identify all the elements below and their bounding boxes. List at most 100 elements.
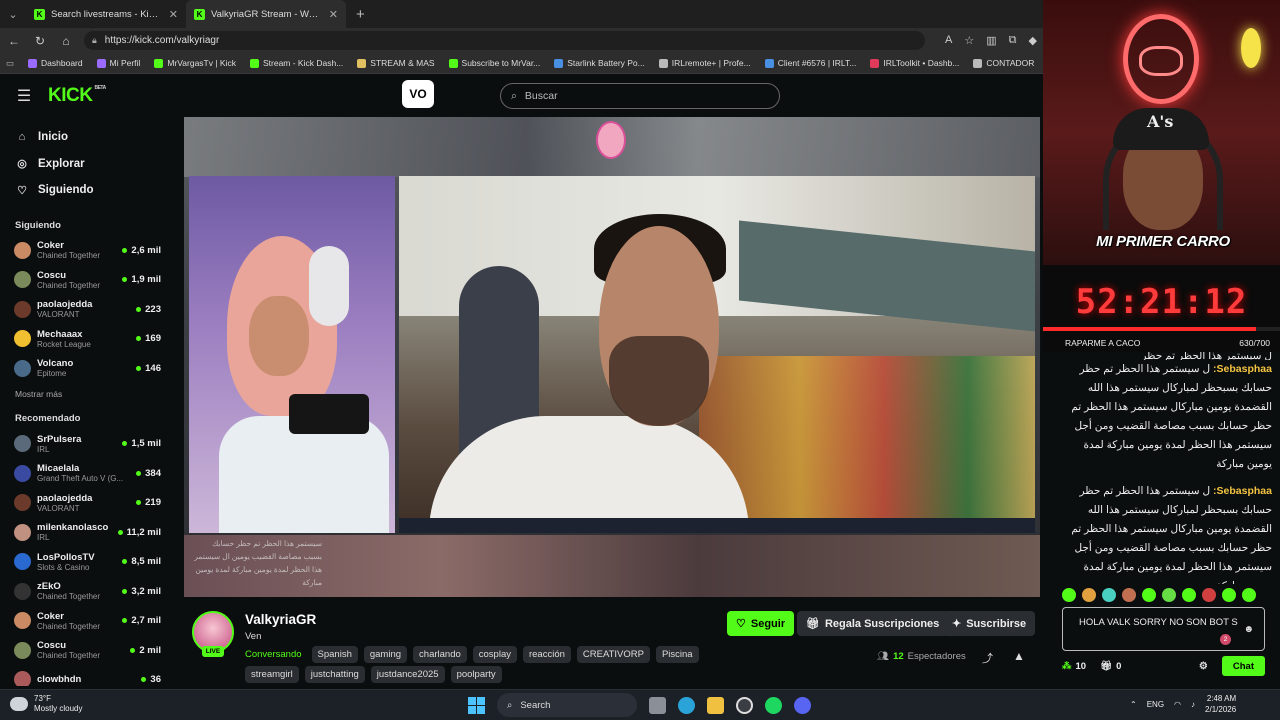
tag[interactable]: Spanish [311, 646, 358, 663]
tab-close-icon[interactable]: ✕ [329, 8, 338, 21]
back-arrow-icon[interactable]: ← [6, 34, 22, 48]
kick-logo[interactable]: KICK BETA [48, 85, 106, 107]
collections-icon[interactable]: ⧉ [1009, 34, 1017, 47]
emote-icon[interactable] [1102, 588, 1116, 602]
bookmark[interactable]: Client #6576 | IRLT... [764, 58, 856, 68]
taskbar-search[interactable]: ⌕ Search [497, 693, 637, 717]
channel-item[interactable]: milenkanolasco IRL 11,2 mil [0, 518, 176, 548]
tag[interactable]: charlando [413, 646, 467, 663]
video-player[interactable]: سيستمر هذا الحظر تم حظر حسابك بسبب مصاصة… [184, 117, 1040, 597]
channel-item[interactable]: Coscu Chained Together 1,9 mil [0, 265, 176, 295]
edge-icon[interactable] [678, 696, 695, 714]
vo-button[interactable]: VO [402, 80, 434, 108]
favorite-star-icon[interactable]: ☆ [964, 34, 974, 47]
report-flag-icon[interactable]: ▲ [1013, 649, 1025, 663]
spotify-icon[interactable] [765, 696, 782, 714]
url-field[interactable]: 🔒︎ https://kick.com/valkyriagr [84, 31, 926, 50]
show-more-link[interactable]: Mostrar más [0, 389, 176, 399]
channel-points[interactable]: ⁂ 10 [1062, 661, 1086, 672]
gift-subs-button[interactable]: 🎁︎ Regala Suscripciones [797, 611, 949, 636]
bookmark[interactable]: IRLremote+ | Profe... [658, 58, 751, 68]
home-icon[interactable]: ⌂ [58, 34, 74, 48]
emote-icon[interactable] [1182, 588, 1196, 602]
nav-siguiendo[interactable]: ♡ Siguiendo [0, 177, 176, 204]
chat-username[interactable]: Sebasphaa: [1213, 363, 1272, 375]
tag[interactable]: reacción [522, 646, 571, 663]
task-view-icon[interactable] [649, 696, 666, 714]
channel-item[interactable]: Coscu Chained Together 2 mil [0, 636, 176, 666]
channel-item[interactable]: Coker Chained Together 2,6 mil [0, 236, 176, 266]
bookmark[interactable]: Dashboard [28, 58, 83, 68]
nav-explorar[interactable]: ◎ Explorar [0, 151, 176, 178]
bookmark[interactable]: Subscribe to MrVar... [448, 58, 540, 68]
emote-icon[interactable] [1202, 588, 1216, 602]
tab-close-icon[interactable]: ✕ [169, 8, 178, 21]
tag[interactable]: CREATIVORP [576, 646, 650, 663]
chat-username[interactable]: Sebasphaa: [1213, 485, 1272, 497]
emote-icon[interactable] [1242, 588, 1256, 602]
language-indicator[interactable]: ENG [1147, 700, 1164, 709]
bookmark[interactable]: Starlink Battery Po... [554, 58, 645, 68]
emote-icon[interactable] [1082, 588, 1096, 602]
channel-item[interactable]: paolaojedda VALORANT 223 [0, 295, 176, 325]
channel-item[interactable]: clowbhdn 36 [0, 665, 176, 686]
bookmark[interactable]: CONTADOR [973, 58, 1034, 68]
file-explorer-icon[interactable] [707, 696, 724, 714]
channel-item[interactable]: Coker Chained Together 2,7 mil [0, 606, 176, 636]
obs-icon[interactable] [736, 696, 753, 714]
tab-search-livestreams[interactable]: K Search livestreams - Kick Streamin ✕ [26, 0, 186, 28]
emote-icon[interactable] [1122, 588, 1136, 602]
discord-icon[interactable] [794, 696, 811, 714]
channel-item[interactable]: LosPollosTV Slots & Casino 8,5 mil [0, 547, 176, 577]
share-icon[interactable]: ⤴ [982, 650, 993, 666]
tag[interactable]: gaming [363, 646, 408, 663]
emoji-picker-icon[interactable]: ☻ [1243, 623, 1254, 636]
channel-item[interactable]: paolaojedda VALORANT 219 [0, 488, 176, 518]
grammar-badge-icon[interactable]: 2 [1220, 634, 1231, 645]
emote-icon[interactable] [1222, 588, 1236, 602]
hamburger-menu-icon[interactable]: ☰ [0, 86, 48, 106]
subscribe-button[interactable]: ✦ Suscribirse [943, 611, 1036, 636]
bookmark[interactable]: Stream - Kick Dash... [249, 58, 343, 68]
tab-actions-icon[interactable]: ⌄ [0, 0, 26, 28]
split-screen-icon[interactable]: ▥ [986, 34, 996, 47]
chat-input[interactable]: HOLA VALK SORRY NO SON BOT S 2 ☻ [1062, 607, 1265, 651]
tag[interactable]: cosplay [472, 646, 517, 663]
emote-icon[interactable] [1142, 588, 1156, 602]
channel-item[interactable]: Micaelala Grand Theft Auto V (G... 384 [0, 459, 176, 489]
streamer-name[interactable]: ValkyriaGR [245, 612, 316, 627]
channel-item[interactable]: Mechaaax Rocket League 169 [0, 324, 176, 354]
tag[interactable]: Piscina [655, 646, 699, 663]
gift-counter[interactable]: 🎁︎ 0 [1100, 661, 1121, 672]
channel-item[interactable]: SrPulsera IRL 1,5 mil [0, 429, 176, 459]
tag[interactable]: justdance2025 [370, 666, 445, 683]
follow-button[interactable]: ♡ Seguir [727, 611, 795, 636]
bookmark[interactable]: MrVargasTv | Kick [154, 58, 236, 68]
read-aloud-icon[interactable]: A [945, 34, 952, 47]
refresh-icon[interactable]: ↻ [32, 34, 48, 48]
wifi-icon[interactable]: ◠ [1174, 700, 1181, 709]
extension-icon[interactable]: ◆ [1029, 34, 1037, 47]
emote-icon[interactable] [1062, 588, 1076, 602]
weather-widget[interactable]: 73°F Mostly cloudy [10, 694, 82, 714]
bookmark[interactable]: Mi Perfil [96, 58, 140, 68]
bookmarks-menu-icon[interactable]: ▭ [6, 58, 14, 69]
channel-item[interactable]: Volcano Epitome 146 [0, 354, 176, 384]
volume-icon[interactable]: ♪ [1191, 700, 1195, 709]
chat-settings-gear-icon[interactable]: ⚙ [1199, 661, 1208, 672]
clock[interactable]: 2:48 AM 2/1/2026 [1205, 693, 1236, 715]
tag[interactable]: streamgirl [245, 666, 299, 683]
chat-send-button[interactable]: Chat [1221, 656, 1265, 676]
new-tab-button[interactable]: + [346, 6, 375, 23]
windows-start-icon[interactable] [468, 696, 485, 714]
bookmark[interactable]: STREAM & MAS [357, 58, 435, 68]
channel-item[interactable]: zEkO Chained Together 3,2 mil [0, 577, 176, 607]
tab-valkyriagr[interactable]: K ValkyriaGR Stream - Watch Li ✕ [186, 0, 346, 28]
bookmark[interactable]: IRLToolkit • Dashb... [870, 58, 959, 68]
search-input[interactable]: ⌕ Buscar [500, 83, 780, 109]
tray-chevron-icon[interactable]: ⌃ [1130, 700, 1137, 709]
nav-inicio[interactable]: ⌂ Inicio [0, 124, 176, 151]
emote-icon[interactable] [1162, 588, 1176, 602]
tag[interactable]: justchatting [304, 666, 365, 683]
category-link[interactable]: Conversando [245, 649, 302, 660]
